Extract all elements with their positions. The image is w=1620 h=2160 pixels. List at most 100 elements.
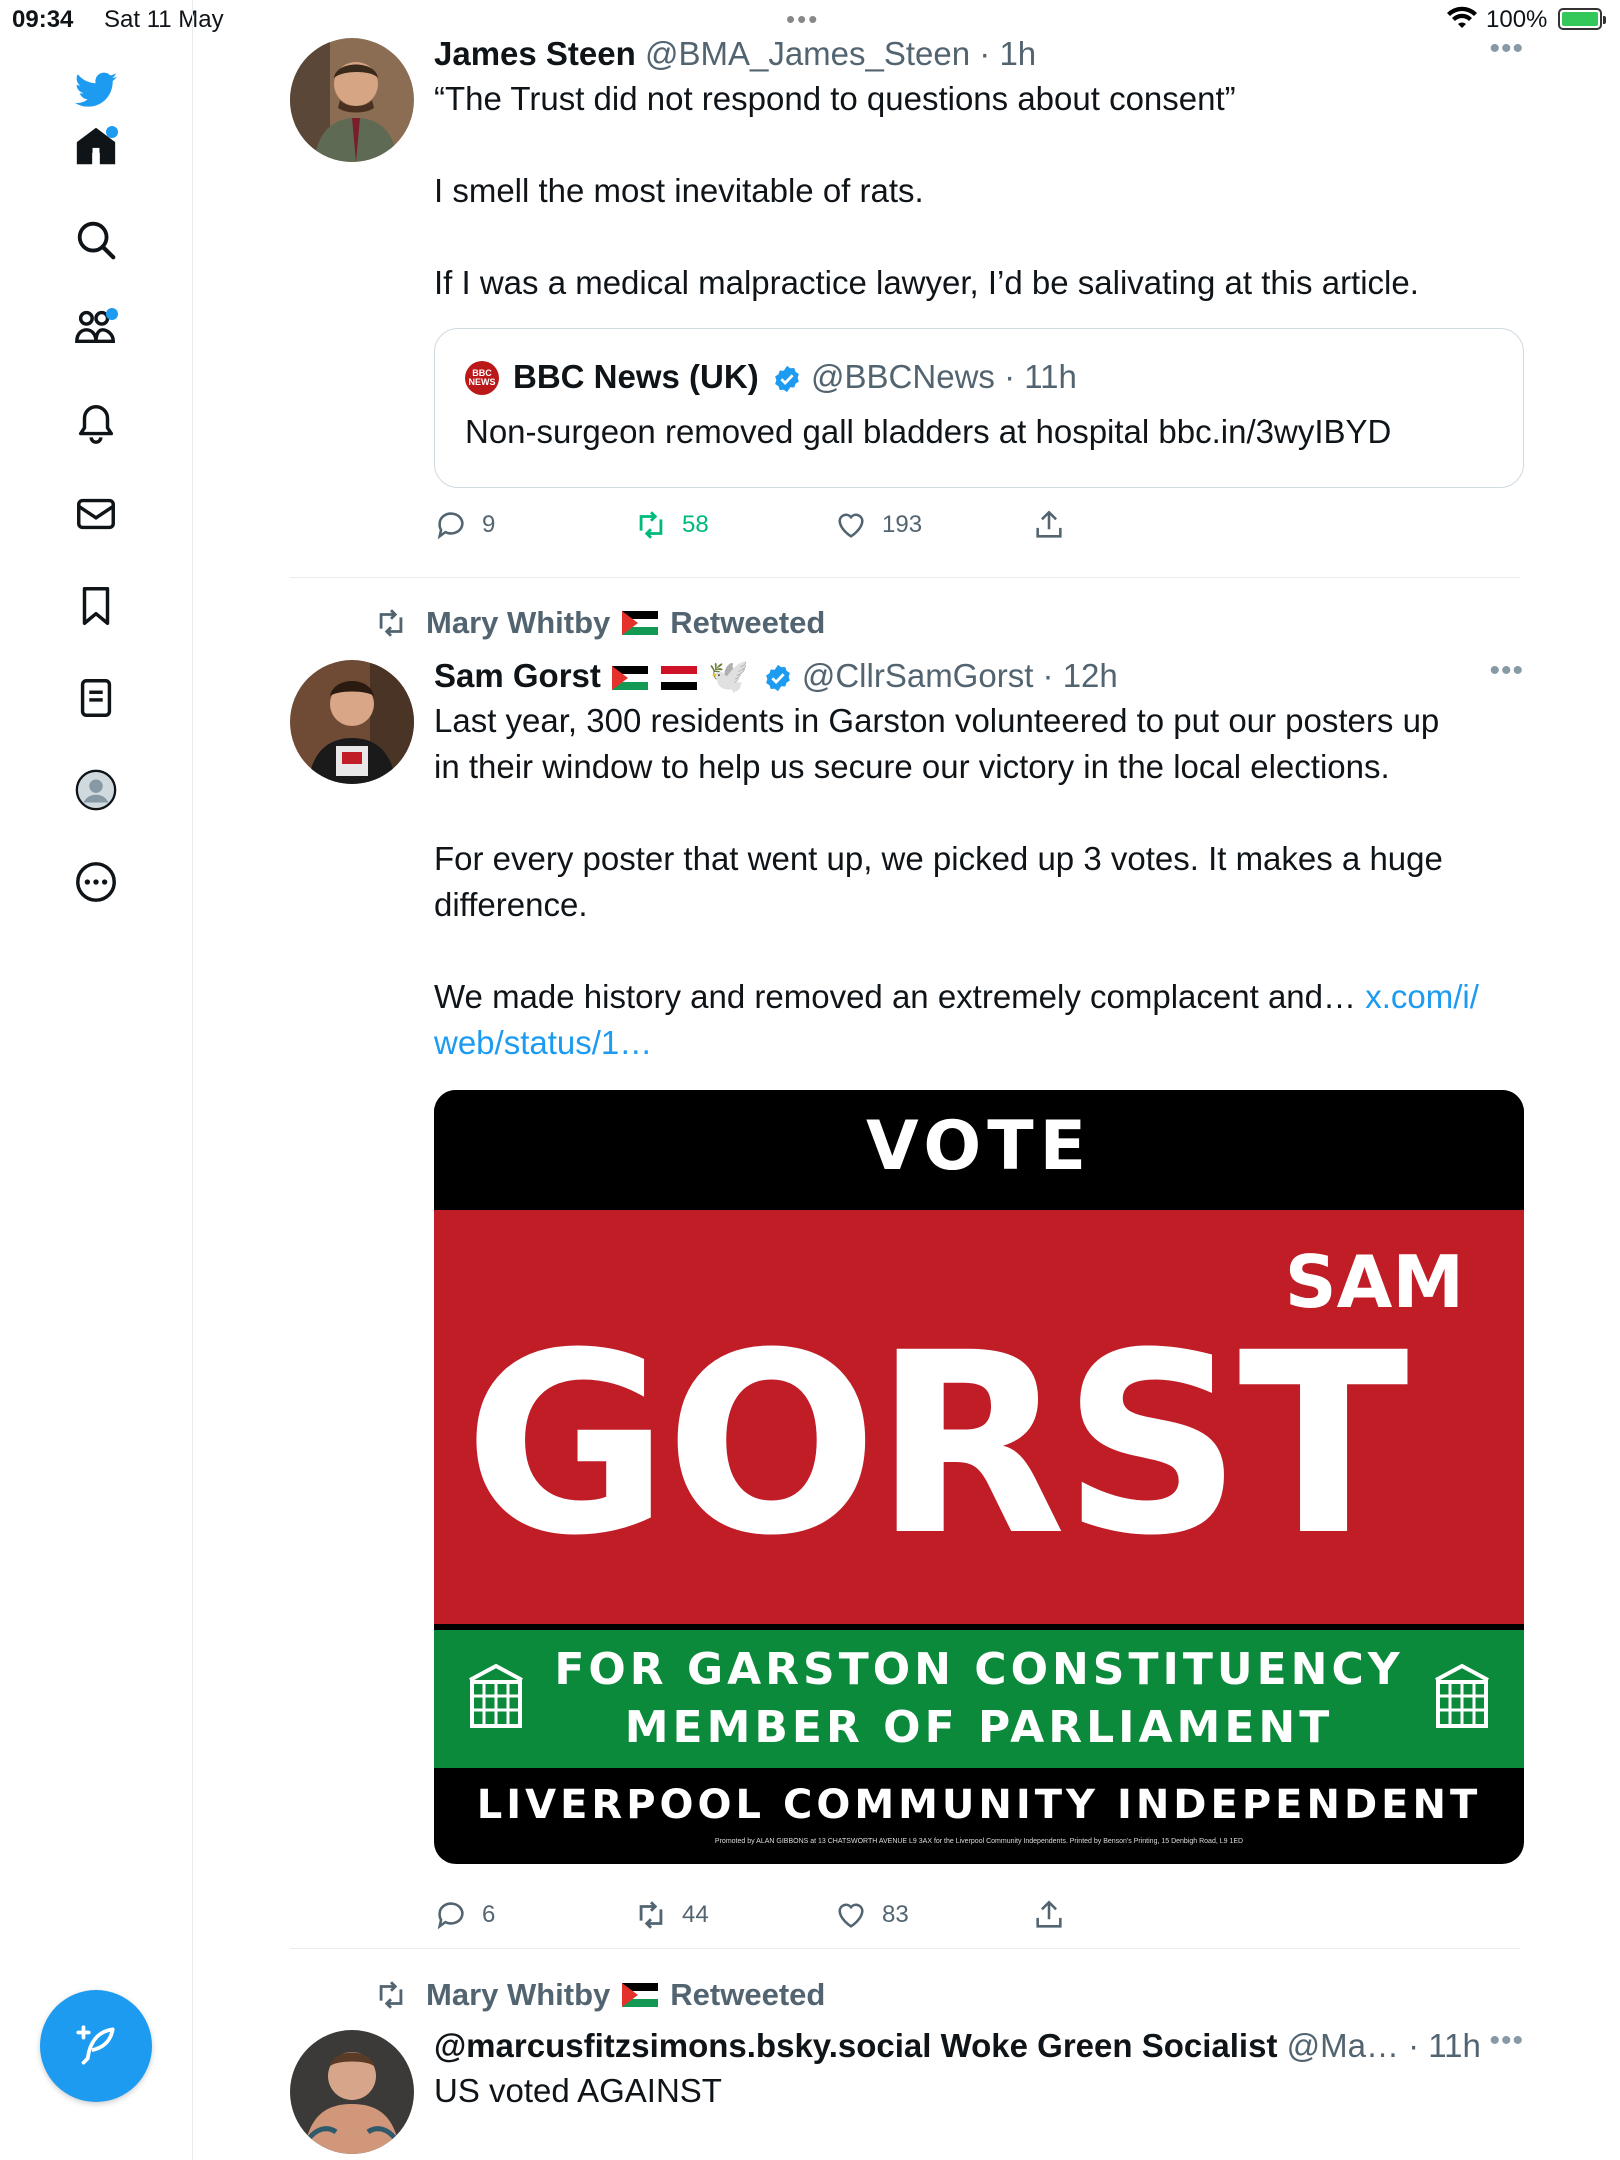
- verified-badge-icon: [774, 366, 799, 393]
- verified-badge-icon: [765, 665, 790, 692]
- like-button[interactable]: 83: [834, 1898, 909, 1932]
- lists-icon[interactable]: [70, 672, 122, 724]
- poster-vote-text: VOTE: [434, 1090, 1524, 1204]
- tweet-text-line: difference.: [434, 886, 588, 923]
- reply-count: 6: [482, 1901, 496, 1928]
- avatar[interactable]: [290, 660, 414, 784]
- tweet[interactable]: James Steen @BMA_James_Steen · 1h ••• “T…: [290, 32, 1524, 558]
- quoted-tweet-time: · 11h: [1004, 358, 1077, 395]
- palestine-flag-icon: [622, 611, 659, 635]
- author-handle[interactable]: @BMA_James_Steen: [645, 35, 970, 72]
- tweet-more-icon[interactable]: •••: [1489, 32, 1524, 66]
- dove-icon: 🕊️: [708, 657, 750, 694]
- search-icon[interactable]: [70, 214, 122, 266]
- tweet-text-line: “The Trust did not respond to questions …: [434, 80, 1236, 117]
- palestine-flag-icon: [612, 666, 649, 691]
- tweet-text-line: I smell the most inevitable of rats.: [434, 172, 924, 209]
- poster-red-panel: SAM GORST: [434, 1210, 1524, 1624]
- reply-button[interactable]: 6: [434, 1898, 495, 1932]
- battery-icon: [1558, 8, 1606, 30]
- retweet-icon: [379, 1981, 403, 2009]
- bbc-news-logo: BBC NEWS: [465, 361, 499, 395]
- sidebar: [0, 0, 193, 2160]
- poster-party: LIVERPOOL COMMUNITY INDEPENDENT: [476, 1782, 1482, 1828]
- tweet-image-poster[interactable]: VOTE SAM GORST FOR GARSTON CONSTITUENCY …: [434, 1090, 1524, 1864]
- poster-role: MEMBER OF PARLIAMENT: [624, 1702, 1334, 1753]
- tweet-divider: [290, 1948, 1520, 1949]
- tweet-text-line: We made history and removed an extremely…: [434, 978, 1357, 1015]
- tweet-link[interactable]: x.com/i/: [1365, 978, 1479, 1015]
- poster-surname: GORST: [464, 1299, 1409, 1590]
- heart-icon: [838, 513, 864, 538]
- retweet-icon: [379, 609, 403, 637]
- retweet-count: 44: [682, 1901, 709, 1928]
- home-notification-dot: [106, 126, 118, 138]
- twitter-logo-icon[interactable]: [70, 64, 122, 116]
- yemen-flag-icon: [661, 666, 698, 691]
- retweet-button[interactable]: 44: [634, 1898, 709, 1932]
- heart-icon: [838, 1903, 864, 1928]
- quoted-author-handle[interactable]: @BBCNews: [811, 358, 995, 395]
- palestine-flag-icon: [622, 1983, 659, 2007]
- like-button[interactable]: 193: [834, 508, 922, 542]
- tweet[interactable]: Sam Gorst 🕊️ @CllrSamGorst · 12h ••• Las…: [290, 654, 1524, 1940]
- poster-constituency: FOR GARSTON CONSTITUENCY: [554, 1644, 1404, 1695]
- reply-icon: [437, 1902, 464, 1930]
- retweeted-label: Retweeted: [670, 1977, 826, 2012]
- tweet-text-line: If I was a medical malpractice lawyer, I…: [434, 264, 1419, 301]
- retweeter-name[interactable]: Mary Whitby: [426, 1977, 610, 2013]
- multitask-dots-icon[interactable]: •••: [786, 4, 819, 35]
- retweeted-label: Retweeted: [670, 605, 826, 640]
- tweet-more-icon[interactable]: •••: [1489, 654, 1524, 688]
- tweet[interactable]: @marcusfitzsimons.bsky.social Woke Green…: [290, 2024, 1523, 2160]
- poster-imprint: Promoted by ALAN GIBBONS at 13 CHATSWORT…: [714, 1838, 1244, 1845]
- tweet-text-line: Last year, 300 residents in Garston volu…: [434, 702, 1440, 739]
- messages-envelope-icon[interactable]: [70, 488, 122, 540]
- tweet-divider: [290, 577, 1520, 578]
- tweet-more-icon[interactable]: •••: [1489, 2024, 1524, 2058]
- tweet-time: · 1h: [979, 35, 1037, 72]
- battery-percent: 100%: [1486, 6, 1548, 33]
- profile-avatar-icon[interactable]: [70, 764, 122, 816]
- compose-feather-icon: [76, 2025, 115, 2065]
- quoted-tweet-text: Non-surgeon removed gall bladders at hos…: [465, 413, 1392, 450]
- author-name[interactable]: @marcusfitzsimons.bsky.social Woke Green…: [434, 2027, 1277, 2064]
- author-handle[interactable]: @Ma…: [1287, 2027, 1399, 2064]
- share-button[interactable]: [1032, 1898, 1066, 1932]
- author-handle[interactable]: @CllrSamGorst: [802, 657, 1034, 694]
- avatar[interactable]: [290, 2030, 414, 2154]
- retweet-icon: [639, 1901, 663, 1929]
- compose-tweet-button[interactable]: [40, 1990, 152, 2102]
- reply-icon: [437, 512, 464, 540]
- retweet-count: 58: [682, 511, 709, 538]
- retweeted-by-line[interactable]: Mary Whitby Retweeted: [374, 605, 825, 641]
- author-name[interactable]: James Steen: [434, 35, 636, 72]
- tweet-time: · 11h: [1408, 2027, 1481, 2064]
- reply-button[interactable]: 9: [434, 508, 495, 542]
- retweet-button[interactable]: 58: [634, 508, 709, 542]
- share-icon: [1036, 1900, 1062, 1928]
- quoted-tweet-card[interactable]: BBC NEWS BBC News (UK) @BBCNews · 11h No…: [434, 328, 1524, 488]
- tweet-text-line: US voted AGAINST: [434, 2072, 722, 2109]
- retweeted-by-line[interactable]: Mary Whitby Retweeted: [374, 1977, 825, 2013]
- retweeter-name[interactable]: Mary Whitby: [426, 605, 610, 641]
- communities-notification-dot: [106, 308, 118, 320]
- bookmark-icon[interactable]: [70, 580, 122, 632]
- retweet-icon: [639, 511, 663, 539]
- tweet-text-line: in their window to help us secure our vi…: [434, 748, 1390, 785]
- quoted-author-name[interactable]: BBC News (UK): [513, 358, 759, 395]
- avatar[interactable]: [290, 38, 414, 162]
- author-name[interactable]: Sam Gorst: [434, 657, 601, 694]
- like-count: 193: [882, 511, 923, 538]
- like-count: 83: [882, 1901, 909, 1928]
- reply-count: 9: [482, 511, 496, 538]
- share-icon: [1036, 510, 1062, 538]
- tweet-actions: 6 44 83: [434, 1898, 1134, 1938]
- tweet-text-line: For every poster that went up, we picked…: [434, 840, 1443, 877]
- tweet-link-continued[interactable]: web/status/1…: [434, 1024, 652, 1061]
- share-button[interactable]: [1032, 508, 1066, 542]
- poster-green-panel: FOR GARSTON CONSTITUENCY MEMBER OF PARLI…: [434, 1630, 1524, 1768]
- tweet-time: · 12h: [1042, 657, 1118, 694]
- notifications-bell-icon[interactable]: [70, 398, 122, 450]
- more-options-icon[interactable]: [70, 856, 122, 908]
